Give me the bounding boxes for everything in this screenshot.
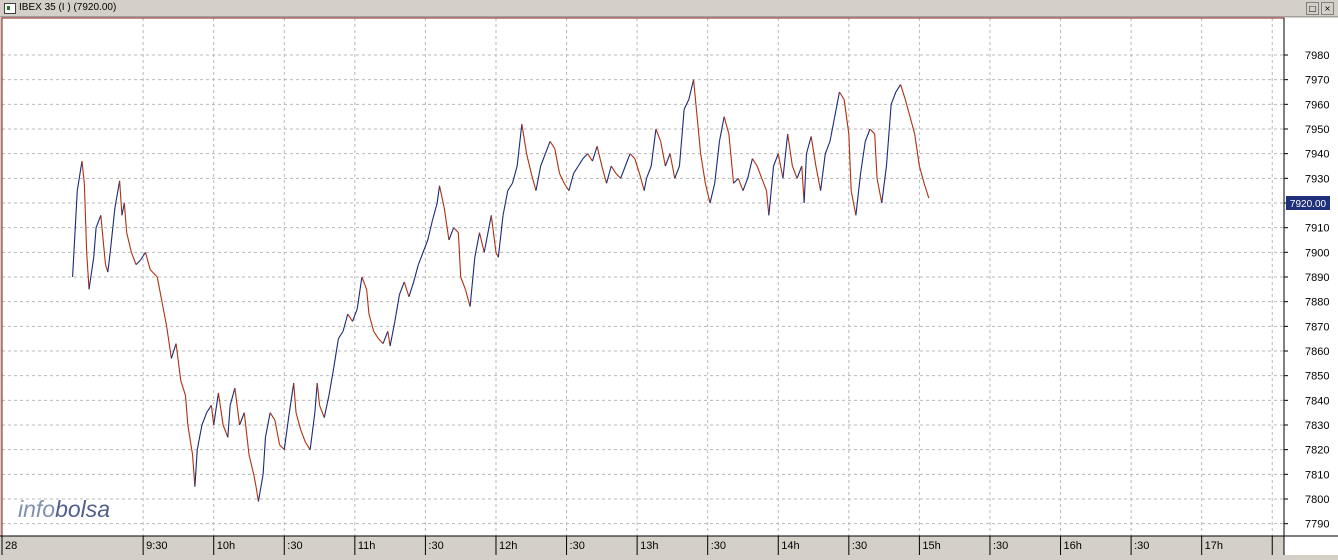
chart-window-icon	[4, 3, 16, 14]
close-button[interactable]: ×	[1321, 2, 1334, 15]
x-axis: 28 9:30 10h :30 11h :30 12h :30 13h :30 14h :30 15h:…	[0, 535, 1338, 555]
y-tick-label: 7970	[1305, 75, 1329, 87]
x-tick-label: :30	[570, 540, 585, 552]
x-tick-label: 17h	[1205, 540, 1223, 552]
x-tick-label: 9:30	[146, 540, 167, 552]
y-tick-label: 7910	[1305, 223, 1329, 235]
y-tick-label: 7960	[1305, 99, 1329, 111]
x-tick-label: :30	[428, 540, 443, 552]
y-tick-label: 7800	[1305, 494, 1329, 506]
watermark-part1: info	[18, 496, 55, 522]
x-tick-label: 28	[5, 540, 17, 552]
x-tick-label: 12h	[499, 540, 517, 552]
y-tick-label: 7890	[1305, 272, 1329, 284]
y-tick-label: 7900	[1305, 247, 1329, 259]
y-tick-label: 7950	[1305, 124, 1329, 136]
x-tick-label: 15h	[922, 540, 940, 552]
last-value-marker: 7920.00	[1286, 196, 1330, 210]
x-tick-label: 10h	[217, 540, 235, 552]
y-tick-label: 7880	[1305, 297, 1329, 309]
x-tick-label: :30	[711, 540, 726, 552]
x-tick-label: :30	[852, 540, 867, 552]
y-tick-label: 7840	[1305, 395, 1329, 407]
y-tick-label: 7810	[1305, 469, 1329, 481]
restore-button[interactable]: □	[1306, 2, 1319, 15]
watermark-part2: bolsa	[55, 496, 110, 522]
price-chart[interactable]: 7790 7800 7810 7820 7830 7840 7850 7860 7870 7880…	[0, 17, 1338, 555]
x-tick-label: 14h	[781, 540, 799, 552]
x-tick-label: 16h	[1064, 540, 1082, 552]
x-tick-label: 13h	[640, 540, 658, 552]
y-tick-label: 7790	[1305, 519, 1329, 531]
x-tick-label: :30	[1134, 540, 1149, 552]
y-tick-label: 7940	[1305, 149, 1329, 161]
y-tick-label: 7860	[1305, 346, 1329, 358]
last-value-label: 7920.00	[1290, 199, 1327, 210]
window-titlebar: IBEX 35 (I ) (7920.00) □ ×	[0, 0, 1338, 17]
window-title: IBEX 35 (I ) (7920.00)	[19, 2, 117, 13]
y-tick-label: 7930	[1305, 173, 1329, 185]
y-tick-label: 7830	[1305, 420, 1329, 432]
y-tick-label: 7870	[1305, 321, 1329, 333]
y-tick-label: 7850	[1305, 371, 1329, 383]
x-tick-label: 11h	[358, 540, 376, 552]
watermark-logo: infobolsa	[18, 496, 110, 522]
x-tick-label: :30	[287, 540, 302, 552]
chart-area[interactable]: 7790 7800 7810 7820 7830 7840 7850 7860 7870 7880…	[0, 17, 1338, 555]
y-tick-label: 7820	[1305, 445, 1329, 457]
y-tick-label: 7980	[1305, 50, 1329, 62]
x-tick-label: :30	[993, 540, 1008, 552]
